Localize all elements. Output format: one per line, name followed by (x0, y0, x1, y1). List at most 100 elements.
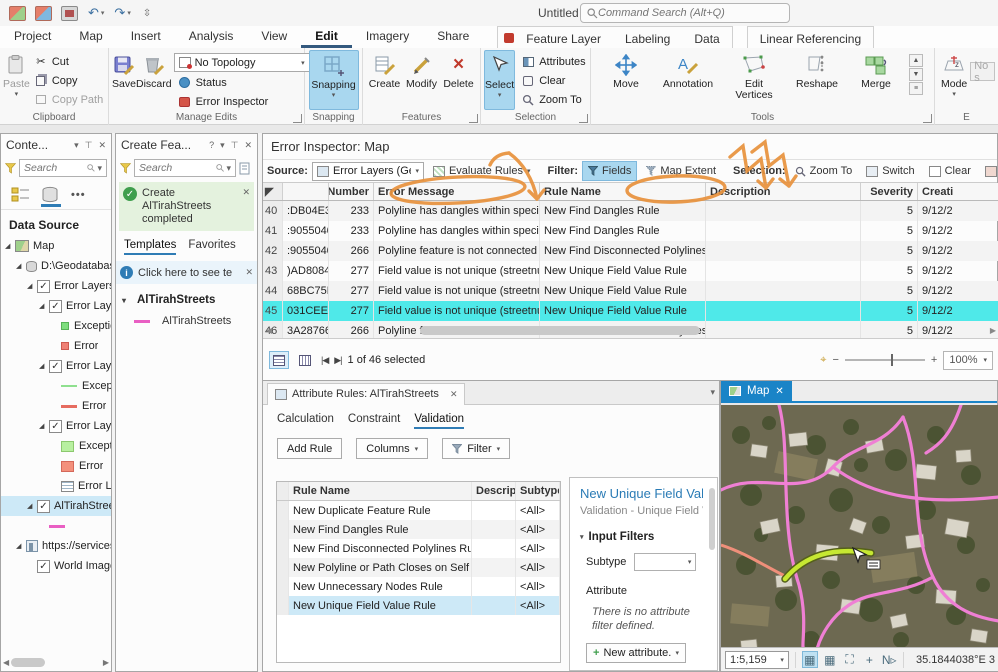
rule-row[interactable]: New Unnecessary Nodes Rule <All> (277, 577, 560, 596)
list-by-data-source-icon[interactable] (41, 186, 61, 204)
features-button[interactable]: Feature (980, 161, 997, 181)
discard-edits-button[interactable]: Discard (136, 50, 172, 110)
dismiss-info-icon[interactable]: ✕ (245, 267, 253, 278)
last-record-icon[interactable]: ▶| (334, 355, 341, 366)
context-tab[interactable]: Data (682, 29, 731, 46)
expander-icon[interactable]: ◢ (16, 542, 26, 550)
first-record-icon[interactable]: |◀ (321, 355, 328, 366)
expander-icon[interactable]: ◢ (39, 422, 49, 430)
context-tab[interactable]: Labeling (613, 29, 682, 46)
modify-button[interactable]: Modify (403, 50, 440, 110)
select-all-cell[interactable]: ◤ (263, 183, 283, 200)
command-search[interactable] (580, 3, 790, 23)
command-search-input[interactable] (598, 7, 778, 19)
tree-item[interactable]: ◢ ✓ Error Layers (1, 296, 111, 316)
tree-item[interactable]: ◢ ✓ World Imagery (1, 556, 111, 576)
ribbon-tab[interactable]: Imagery (352, 26, 423, 48)
columns-dropdown[interactable]: Columns▾ (356, 438, 428, 459)
snapping-button[interactable]: Snapping ▾ (309, 50, 359, 110)
error-row[interactable]: 42 :90550403C3} 266 Polyline feature is … (263, 241, 998, 261)
form-view-toggle[interactable] (269, 351, 289, 369)
input-filters-section[interactable]: ▾Input Filters (580, 531, 703, 543)
features-launcher-icon[interactable] (469, 114, 478, 123)
tree-item[interactable]: ◢ ✓ Exception (1, 376, 111, 396)
tree-item[interactable]: ◢ ✓ Error (1, 456, 111, 476)
rule-row[interactable]: New Unique Field Value Rule <All> (277, 596, 560, 615)
zoom-to-button[interactable]: Zoom To (790, 161, 858, 181)
template-properties-icon[interactable] (239, 161, 253, 175)
tools-launcher-icon[interactable] (923, 114, 932, 123)
create-features-search[interactable]: ▾ (134, 159, 236, 177)
add-rule-button[interactable]: Add Rule (277, 438, 342, 459)
close-icon[interactable]: ✕ (244, 140, 252, 151)
expander-icon[interactable]: ◢ (16, 262, 26, 270)
layer-checkbox[interactable]: ✓ (49, 360, 62, 373)
select-button[interactable]: Select ▾ (484, 50, 515, 110)
attribute-rules-tab[interactable]: Attribute Rules: AlTirahStreets ✕ (267, 383, 465, 405)
compass-icon[interactable]: N▹ (881, 651, 897, 668)
rules-mode-tab[interactable]: Calculation (277, 413, 334, 427)
subtype-dropdown[interactable]: ▾ (634, 553, 696, 571)
mode-button[interactable]: z Mode ▾ (938, 50, 970, 110)
rule-row-header[interactable] (277, 596, 289, 615)
rules-mode-tab[interactable]: Validation (414, 413, 464, 427)
close-map-tab-icon[interactable]: ✕ (775, 386, 783, 397)
redo-icon[interactable]: ↷ (114, 5, 125, 21)
zoom-out-icon[interactable]: − (832, 354, 838, 366)
create-features-search-input[interactable] (139, 162, 216, 174)
crosshair-icon[interactable]: + (861, 651, 877, 668)
rule-name-header[interactable]: Rule Name (289, 482, 472, 500)
tree-item[interactable]: ◢ ✓ Error Layers (1, 356, 111, 376)
zoom-percent-dropdown[interactable]: 100%▾ (943, 351, 993, 370)
layer-checkbox[interactable]: ✓ (37, 280, 50, 293)
map-canvas[interactable] (721, 405, 998, 649)
create-features-tab[interactable]: Templates (124, 239, 176, 253)
copy-path-button[interactable]: Copy Path (30, 91, 107, 108)
rule-row-header[interactable] (277, 501, 289, 520)
gallery-up-icon[interactable]: ▲ (909, 54, 923, 67)
templates-info-bar[interactable]: i Click here to see te ✕ (116, 261, 257, 284)
filter-icon[interactable] (5, 163, 16, 174)
select-chevron-icon[interactable]: ▾ (498, 91, 502, 99)
move-tool-button[interactable]: Move (601, 50, 651, 110)
filter-map-extent-toggle[interactable]: Map Extent (641, 161, 721, 181)
rule-row-header[interactable] (277, 577, 289, 596)
ribbon-tab[interactable]: View (247, 26, 301, 48)
rule-name-header[interactable]: Rule Name (540, 183, 706, 200)
grid-icon[interactable]: ▦ (822, 651, 838, 668)
expander-icon[interactable]: ◢ (5, 242, 15, 250)
ribbon-tab[interactable]: Project (0, 26, 65, 48)
contents-search-input[interactable] (24, 162, 87, 174)
close-icon[interactable]: ✕ (98, 140, 106, 151)
tree-item[interactable]: ◢ ✓ Error (1, 336, 111, 356)
gallery-expand-icon[interactable]: ≡ (909, 82, 923, 95)
selection-launcher-icon[interactable] (579, 114, 588, 123)
rule-row[interactable]: New Polyline or Path Closes on Self Rule… (277, 558, 560, 577)
rules-mode-tab[interactable]: Constraint (348, 413, 400, 427)
error-message-header[interactable]: Error Message (374, 183, 540, 200)
ribbon-tab[interactable]: Map (65, 26, 116, 48)
new-attribute-button[interactable]: + New attribute... ▾ (586, 643, 686, 663)
ribbon-tab[interactable]: Share (423, 26, 483, 48)
ribbon-tab[interactable]: Edit (301, 26, 352, 48)
copy-button[interactable]: Copy (30, 72, 107, 89)
mode-chevron-icon[interactable]: ▾ (952, 90, 956, 98)
topology-dropdown[interactable]: No Topology▾ (174, 53, 310, 72)
map-notifications-icon[interactable]: ⛶ (842, 651, 858, 668)
tree-item[interactable]: ◢ ✓ D:\Geodatabase (1, 256, 111, 276)
expander-icon[interactable]: ◢ (39, 302, 49, 310)
zoom-to-selection-button[interactable]: Zoom To (517, 91, 589, 108)
error-row[interactable]: 41 :90550403C3} 233 Polyline has dangles… (263, 221, 998, 241)
error-table-hscrollbar[interactable]: ◀▶ (263, 324, 998, 337)
expander-icon[interactable]: ◢ (39, 362, 49, 370)
zoom-slider[interactable] (845, 359, 925, 361)
close-tab-icon[interactable]: ✕ (450, 389, 458, 400)
list-by-drawing-order-icon[interactable] (11, 186, 31, 204)
description-header[interactable]: Description (706, 183, 861, 200)
clear-selection-button[interactable]: Clear (517, 72, 589, 89)
context-tab[interactable]: Feature Layer (514, 29, 613, 46)
source-dropdown[interactable]: Error Layers (Geoda ▾ (312, 162, 424, 181)
annotation-tool-button[interactable]: A Annotation (657, 50, 719, 110)
error-row[interactable]: 43 )AD80848AD5} 277 Field value is not u… (263, 261, 998, 281)
more-options-icon[interactable]: ••• (71, 189, 86, 201)
